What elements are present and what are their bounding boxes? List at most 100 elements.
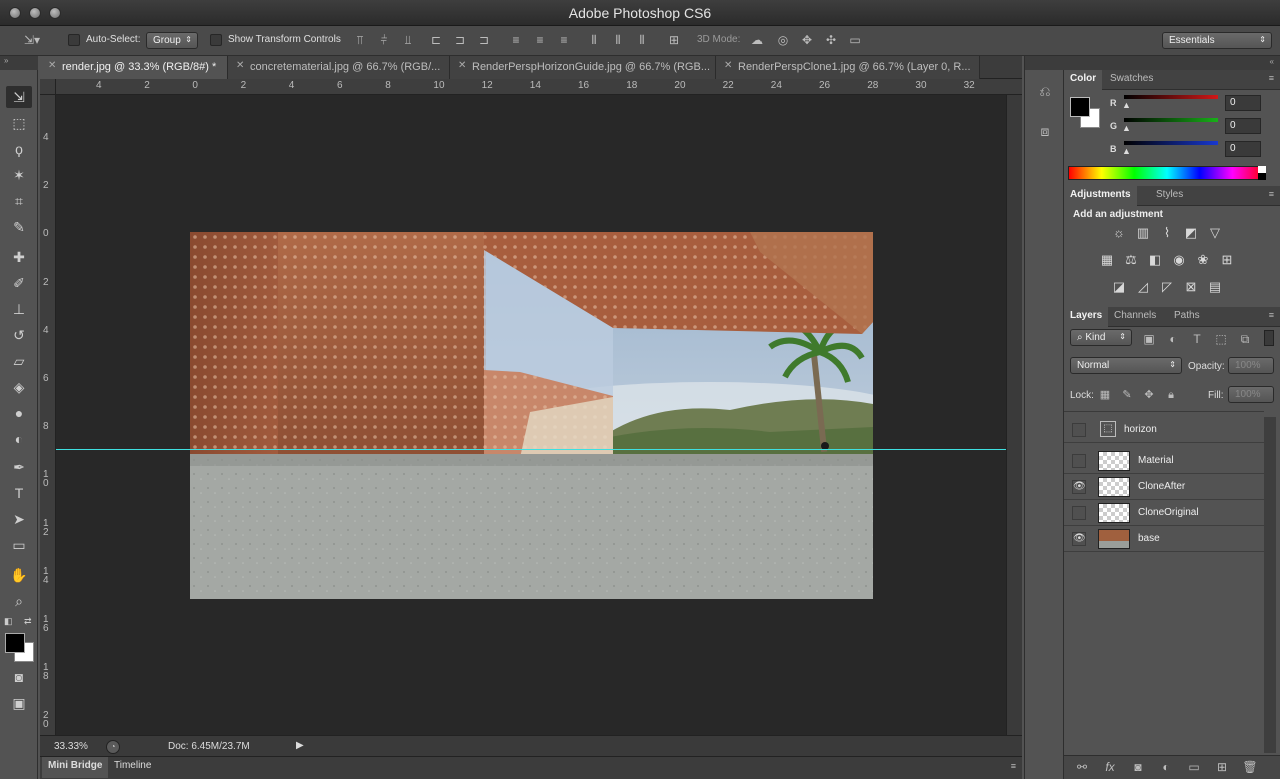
screen-mode-icon[interactable]: ▣ xyxy=(6,692,32,714)
white-swatch[interactable] xyxy=(1258,166,1266,173)
align-hcenter-icon[interactable]: ⊐ xyxy=(452,33,468,47)
path-selection-tool-icon[interactable]: ➤ xyxy=(6,508,32,530)
visibility-toggle[interactable] xyxy=(1072,506,1086,520)
auto-align-icon[interactable]: ⊞ xyxy=(666,33,682,47)
layer-style-icon[interactable]: fx xyxy=(1102,760,1118,774)
lock-position-icon[interactable]: ✥ xyxy=(1142,388,1156,402)
zoom-tool-icon[interactable]: ⌕ xyxy=(6,590,32,612)
color-balance-icon[interactable]: ⚖ xyxy=(1122,251,1140,269)
eraser-tool-icon[interactable]: ▱ xyxy=(6,350,32,372)
quick-mask-icon[interactable]: ◙ xyxy=(6,666,32,688)
lock-all-icon[interactable]: 🔒︎ xyxy=(1164,388,1178,402)
close-tab-icon[interactable]: ✕ xyxy=(724,60,732,71)
move-tool-icon[interactable]: ⇲ xyxy=(6,86,32,108)
posterize-icon[interactable]: ◿ xyxy=(1134,278,1152,296)
panel-menu-icon[interactable]: ≡ xyxy=(1269,73,1274,83)
green-slider[interactable] xyxy=(1124,118,1218,122)
blend-mode-dropdown[interactable]: Normal ⇕ xyxy=(1070,357,1182,374)
distribute-top-icon[interactable]: ≡ xyxy=(508,33,524,47)
tab-renderpersphorizonguide[interactable]: ✕ RenderPerspHorizonGuide.jpg @ 66.7% (RG… xyxy=(450,56,716,79)
transform-controls-checkbox[interactable] xyxy=(210,34,222,46)
new-group-icon[interactable]: ▭ xyxy=(1186,760,1202,774)
selective-color-icon[interactable]: ⊠ xyxy=(1182,278,1200,296)
lock-pixels-icon[interactable]: ✎ xyxy=(1120,388,1134,402)
red-value[interactable]: 0 xyxy=(1225,95,1261,111)
black-swatch[interactable] xyxy=(1258,173,1266,180)
pen-tool-icon[interactable]: ✒ xyxy=(6,456,32,478)
panel-dock-header[interactable]: « xyxy=(1064,56,1280,70)
slider-thumb-icon[interactable]: ▲ xyxy=(1122,146,1131,156)
vertical-ruler[interactable]: 4 2 0 2 4 6 8 1 0 1 2 1 4 1 6 1 8 2 0 xyxy=(40,95,56,735)
close-tab-icon[interactable]: ✕ xyxy=(236,60,244,71)
layer-row-base[interactable]: 👁︎ base xyxy=(1064,526,1264,552)
curves-icon[interactable]: ⌇ xyxy=(1158,224,1176,242)
history-panel-icon[interactable]: ⎌ xyxy=(1036,84,1054,98)
3d-scale-icon[interactable]: ▭ xyxy=(846,33,864,47)
link-layers-icon[interactable]: ⚯ xyxy=(1074,760,1090,774)
distribute-vcenter-icon[interactable]: ≡ xyxy=(532,33,548,47)
3d-roll-icon[interactable]: ◎ xyxy=(774,33,792,47)
visibility-toggle[interactable] xyxy=(1072,454,1086,468)
3d-pan-icon[interactable]: ✥ xyxy=(798,33,816,47)
tab-timeline[interactable]: Timeline xyxy=(108,757,157,778)
delete-layer-icon[interactable]: 🗑︎ xyxy=(1242,760,1258,774)
workspace-dropdown[interactable]: Essentials ⇕ xyxy=(1162,32,1272,49)
tab-renderperspclone1[interactable]: ✕ RenderPerspClone1.jpg @ 66.7% (Layer 0,… xyxy=(716,56,980,79)
layer-filter-dropdown[interactable]: ⌕ Kind ⇕ xyxy=(1070,329,1132,346)
auto-select-checkbox[interactable] xyxy=(68,34,80,46)
horizontal-ruler[interactable]: 4 2 0 2 4 6 8 10 12 14 16 18 20 22 24 26 28 30 32 xyxy=(56,79,1022,95)
channel-mixer-icon[interactable]: ❀ xyxy=(1194,251,1212,269)
toolbox-collapse-icon[interactable]: » xyxy=(0,56,38,70)
align-top-icon[interactable]: ⫪ xyxy=(352,33,368,47)
healing-brush-tool-icon[interactable]: ✚ xyxy=(6,246,32,268)
3d-orbit-icon[interactable]: ☁ xyxy=(748,33,766,47)
black-white-icon[interactable]: ◧ xyxy=(1146,251,1164,269)
clone-stamp-tool-icon[interactable]: ⊥ xyxy=(6,298,32,320)
tab-paths[interactable]: Paths xyxy=(1168,307,1206,327)
new-adjustment-layer-icon[interactable]: ◐ xyxy=(1158,760,1174,774)
foreground-color-swatch[interactable] xyxy=(5,633,25,653)
default-colors-icon[interactable]: ◧ xyxy=(4,616,13,627)
lock-transparent-icon[interactable]: ▦ xyxy=(1098,388,1112,402)
hue-saturation-icon[interactable]: ▦ xyxy=(1098,251,1116,269)
color-lookup-icon[interactable]: ⊞ xyxy=(1218,251,1236,269)
filter-adjustment-icon[interactable]: ◐ xyxy=(1166,332,1180,346)
eyedropper-tool-icon[interactable]: ✎ xyxy=(6,216,32,238)
close-tab-icon[interactable]: ✕ xyxy=(458,60,466,71)
distribute-hcenter-icon[interactable]: ⦀ xyxy=(610,33,626,47)
green-value[interactable]: 0 xyxy=(1225,118,1261,134)
3d-panel-icon[interactable]: ⧈ xyxy=(1036,124,1054,138)
vertical-scrollbar[interactable] xyxy=(1006,95,1022,735)
dock-collapse-icon[interactable]: « xyxy=(1270,57,1274,66)
crop-tool-icon[interactable]: ⌗ xyxy=(6,190,32,212)
dodge-tool-icon[interactable]: ◐ xyxy=(6,428,32,450)
tab-mini-bridge[interactable]: Mini Bridge xyxy=(42,757,109,778)
gradient-map-icon[interactable]: ▤ xyxy=(1206,278,1224,296)
visibility-toggle[interactable] xyxy=(1072,423,1086,437)
blur-tool-icon[interactable]: ● xyxy=(6,402,32,424)
exposure-icon[interactable]: ◩ xyxy=(1182,224,1200,242)
tab-styles[interactable]: Styles xyxy=(1150,186,1189,206)
horizon-guide-line[interactable] xyxy=(56,449,1006,450)
distribute-left-icon[interactable]: ⦀ xyxy=(586,33,602,47)
color-spectrum-ramp[interactable] xyxy=(1068,166,1266,180)
align-bottom-icon[interactable]: ⫫ xyxy=(400,33,416,47)
align-vcenter-icon[interactable]: ⫩ xyxy=(376,33,392,47)
invert-icon[interactable]: ◪ xyxy=(1110,278,1128,296)
brightness-icon[interactable]: ☼ xyxy=(1110,224,1128,242)
canvas-area[interactable] xyxy=(56,95,1006,735)
filter-shape-icon[interactable]: ⬚ xyxy=(1214,332,1228,346)
red-slider[interactable] xyxy=(1124,95,1218,99)
tab-channels[interactable]: Channels xyxy=(1108,307,1162,327)
hand-tool-icon[interactable]: ✋ xyxy=(6,564,32,586)
align-right-icon[interactable]: ⊐ xyxy=(476,33,492,47)
type-tool-icon[interactable]: T xyxy=(6,482,32,504)
brush-tool-icon[interactable]: ✐ xyxy=(6,272,32,294)
align-left-icon[interactable]: ⊏ xyxy=(428,33,444,47)
eye-icon[interactable]: 👁︎ xyxy=(1072,532,1086,546)
filter-type-icon[interactable]: T xyxy=(1190,332,1204,346)
rectangle-tool-icon[interactable]: ▭ xyxy=(6,534,32,556)
layer-row-material[interactable]: Material xyxy=(1064,448,1264,474)
new-layer-icon[interactable]: ⊞ xyxy=(1214,760,1230,774)
tab-concretematerial[interactable]: ✕ concretematerial.jpg @ 66.7% (RGB/... xyxy=(228,56,450,79)
